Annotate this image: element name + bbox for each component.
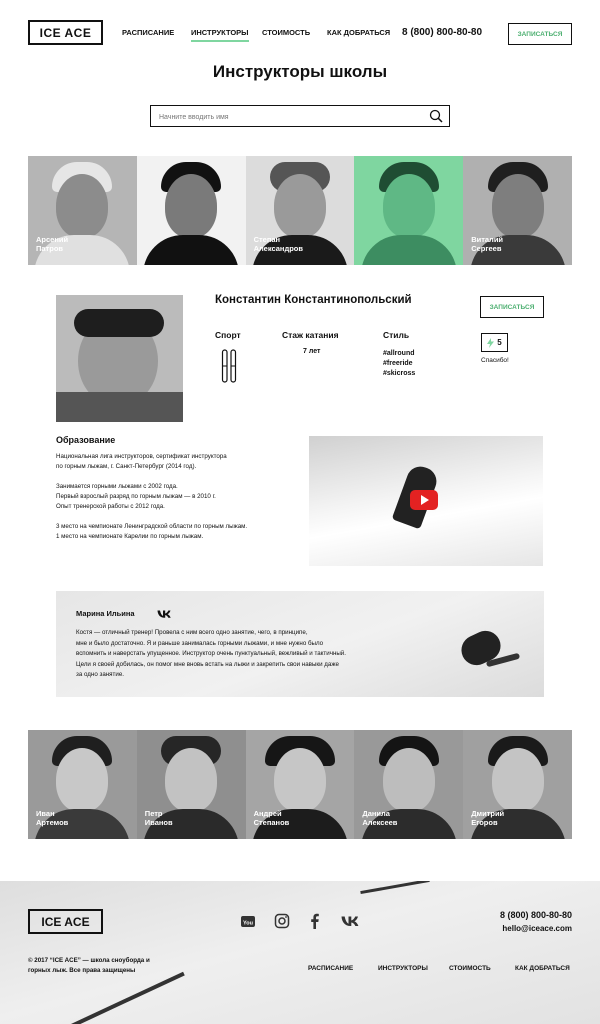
style-tag[interactable]: #freeride: [383, 359, 415, 369]
facebook-icon[interactable]: [307, 913, 323, 929]
sport-label: Спорт: [215, 330, 241, 340]
style-tag[interactable]: #skicross: [383, 369, 415, 379]
youtube-icon[interactable]: You: [240, 913, 256, 929]
footer-nav-directions[interactable]: Как добраться: [515, 965, 570, 972]
instructor-name: Дмитрий Егоров: [471, 809, 505, 827]
profile-name: Константин Константинопольский: [215, 294, 412, 306]
education-text: Национальная лига инструкторов, сертифик…: [56, 453, 248, 540]
instructor-name: Иван Артемов: [36, 809, 69, 827]
signup-button[interactable]: Записаться: [508, 23, 572, 45]
instructor-card-active[interactable]: [354, 156, 464, 265]
footer-phone[interactable]: 8 (800) 800-80-80: [500, 910, 572, 920]
header-phone[interactable]: 8 (800) 800-80-80: [402, 27, 482, 38]
instructor-name: Виталий Сергеев: [471, 235, 504, 253]
review-text: Костя — отличный тренер! Провела с ним в…: [76, 629, 346, 678]
video-player[interactable]: [309, 436, 543, 566]
instructor-name: Данила Алексеев: [362, 809, 398, 827]
header: ICE ACE Расписание Инструкторы Стоимость…: [0, 0, 600, 66]
footer-nav-prices[interactable]: Стоимость: [449, 965, 491, 972]
instructors-strip-bottom: Иван Артемов Петр Иванов Андрей Степанов…: [28, 730, 572, 839]
lightning-icon: [487, 337, 495, 348]
instructor-card[interactable]: Дмитрий Егоров: [463, 730, 572, 839]
profile-signup-button[interactable]: Записаться: [480, 296, 544, 318]
instructor-name: Петр Иванов: [144, 809, 173, 827]
instructor-card[interactable]: Данила Алексеев: [354, 730, 464, 839]
logo[interactable]: ICE ACE: [28, 20, 103, 45]
instructor-card[interactable]: Иван Артемов: [28, 730, 137, 839]
vk-icon[interactable]: [341, 913, 359, 929]
style-tags: #allround #freeride #skicross: [383, 349, 415, 379]
instructor-card[interactable]: [136, 156, 246, 265]
thanks-button[interactable]: 5: [481, 333, 508, 352]
experience-label: Стаж катания: [282, 330, 339, 340]
copyright: © 2017 “ICE ACE” — школа сноуборда и гор…: [28, 957, 150, 974]
education-title: Образование: [56, 435, 116, 445]
play-icon[interactable]: [410, 490, 438, 510]
style-label: Стиль: [383, 330, 410, 340]
experience-value: 7 лет: [303, 348, 321, 355]
search-icon[interactable]: [429, 109, 443, 123]
instructor-card[interactable]: Андрей Степанов: [245, 730, 355, 839]
thanks-label: Спасибо!: [481, 357, 509, 364]
review-card: Марина Ильина Костя — отличный тренер! П…: [56, 591, 544, 697]
svg-text:You: You: [243, 921, 253, 927]
footer-logo[interactable]: ICE ACE: [28, 909, 103, 934]
instagram-icon[interactable]: [274, 913, 290, 929]
footer-email[interactable]: hello@iceace.com: [502, 924, 572, 933]
page-title: Инструкторы школы: [212, 62, 388, 81]
instructor-card[interactable]: Степан Александров: [245, 156, 355, 265]
footer-nav-instructors[interactable]: Инструкторы: [378, 965, 428, 972]
nav-schedule[interactable]: Расписание: [122, 28, 174, 37]
skis-icon: [221, 349, 237, 383]
nav-directions[interactable]: Как добраться: [327, 28, 390, 37]
instructor-name: Арсений Патров: [36, 235, 69, 253]
nav-prices[interactable]: Стоимость: [262, 28, 310, 37]
footer: ICE ACE You 8 (800) 800-80-80 hello@icea…: [0, 881, 600, 1024]
style-tag[interactable]: #allround: [383, 349, 415, 359]
instructors-strip-top: Арсений Патров Степан Александров Витали…: [28, 156, 572, 265]
nav-instructors[interactable]: Инструкторы: [191, 28, 249, 42]
instructor-name: Андрей Степанов: [253, 809, 290, 827]
search-box: [150, 105, 450, 128]
instructor-card[interactable]: Петр Иванов: [136, 730, 246, 839]
instructor-card[interactable]: Арсений Патров: [28, 156, 137, 265]
review-author: Марина Ильина: [76, 609, 135, 618]
instructor-name: Степан Александров: [253, 235, 303, 253]
footer-nav-schedule[interactable]: Расписание: [308, 965, 353, 972]
search-input[interactable]: [151, 107, 421, 128]
instructor-card[interactable]: Виталий Сергеев: [463, 156, 572, 265]
profile-photo: [56, 295, 183, 422]
vk-icon[interactable]: [157, 609, 171, 619]
thanks-count: 5: [497, 338, 502, 347]
